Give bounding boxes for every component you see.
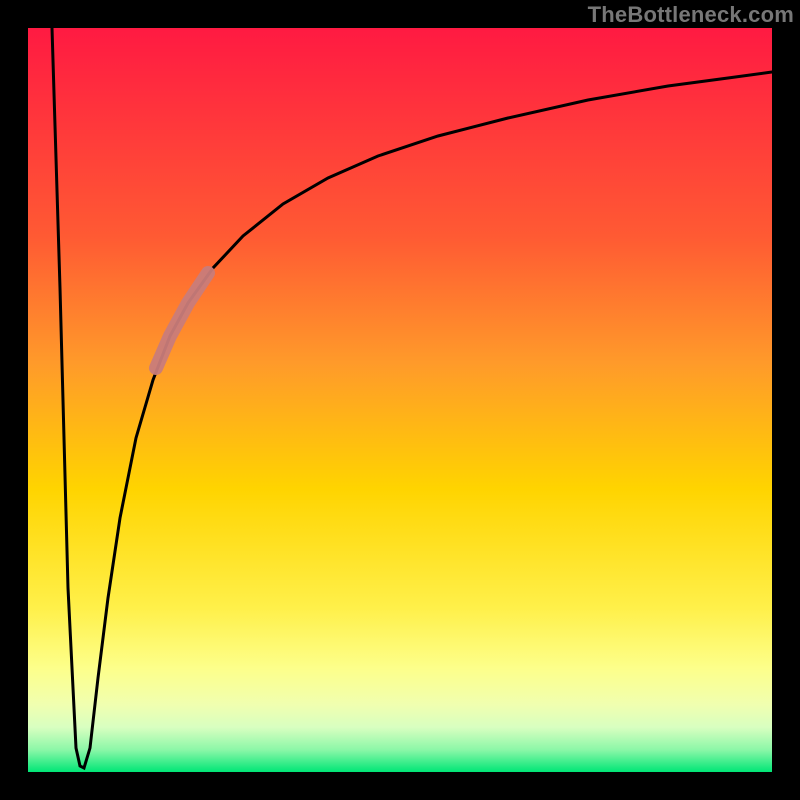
- watermark-text: TheBottleneck.com: [588, 2, 794, 28]
- highlight-segment: [156, 273, 208, 368]
- bottleneck-curve: [52, 28, 772, 768]
- curve-layer: [28, 28, 772, 772]
- plot-area: [28, 28, 772, 772]
- chart-frame: TheBottleneck.com: [0, 0, 800, 800]
